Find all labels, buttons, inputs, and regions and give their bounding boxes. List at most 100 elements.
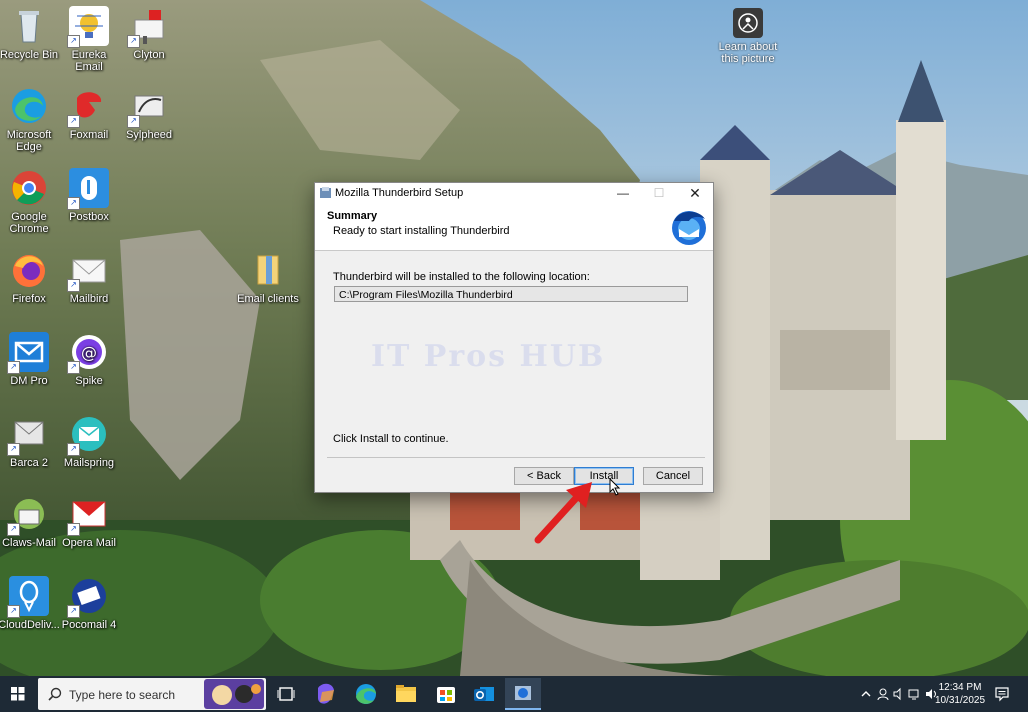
desktop-icon-eureka-email[interactable]: ↗ Eureka Email [58, 6, 120, 73]
postbox-icon: ↗ [67, 168, 109, 210]
spike-icon: @ ↗ [67, 332, 109, 374]
desktop-icon-mailbird[interactable]: ↗ Mailbird [58, 250, 120, 305]
shortcut-arrow-icon: ↗ [67, 35, 80, 48]
maximize-button: ☐ [653, 186, 665, 200]
desktop-icon-label: Claws-Mail [2, 537, 56, 549]
desktop-icon-label: Firefox [12, 293, 46, 305]
close-button[interactable]: ✕ [677, 183, 713, 203]
learn-about-label: Learn about this picture [718, 41, 778, 65]
desktop-icon-recycle-bin[interactable]: Recycle Bin [0, 6, 60, 61]
store-icon [437, 687, 455, 703]
minimize-button[interactable]: — [605, 183, 641, 203]
svg-text:@: @ [81, 343, 97, 362]
taskbar-file-explorer[interactable] [388, 678, 424, 710]
desktop-icon-google-chrome[interactable]: Google Chrome [0, 168, 60, 235]
edge-icon [356, 684, 376, 704]
shortcut-arrow-icon: ↗ [7, 523, 20, 536]
desktop-icon-sylpheed[interactable]: ↗ Sylpheed [118, 86, 180, 141]
shortcut-arrow-icon: ↗ [7, 605, 20, 618]
search-icon [48, 687, 62, 701]
chevron-up-icon[interactable] [860, 688, 872, 700]
desktop-icon-dm-pro[interactable]: ↗ DM Pro [0, 332, 60, 387]
taskbar-clock[interactable]: 12:34 PM 10/31/2025 [930, 681, 990, 707]
desktop-icon-claws-mail[interactable]: ↗ Claws-Mail [0, 494, 60, 549]
desktop-icon-clyton[interactable]: ↗ Clyton [118, 6, 180, 61]
folder-icon [248, 250, 288, 290]
desktop-icon-label: Google Chrome [9, 211, 49, 235]
dmpro-icon: ↗ [7, 332, 49, 374]
start-button[interactable] [0, 676, 36, 712]
pocomail-icon: ↗ [67, 576, 109, 618]
dialog-title: Mozilla Thunderbird Setup [335, 187, 464, 199]
eureka-email-icon: ↗ [67, 6, 109, 48]
button-separator [327, 457, 705, 458]
desktop-icon-mailspring[interactable]: ↗ Mailspring [58, 414, 120, 469]
task-view-button[interactable] [268, 678, 304, 710]
taskbar-search-box[interactable]: Type here to search [38, 678, 266, 710]
taskbar-store[interactable] [428, 678, 464, 710]
taskbar-outlook[interactable] [466, 678, 502, 710]
desktop-icon-email-clients[interactable]: Email clients [237, 250, 299, 305]
shortcut-arrow-icon: ↗ [67, 361, 80, 374]
shortcut-arrow-icon: ↗ [127, 35, 140, 48]
folder-icon [396, 685, 416, 702]
dialog-content: Thunderbird will be installed to the fol… [315, 251, 713, 491]
shortcut-arrow-icon: ↗ [127, 115, 140, 128]
desktop-icon-opera-mail[interactable]: ↗ Opera Mail [58, 494, 120, 549]
desktop-icon-label: Postbox [69, 211, 109, 223]
desktop-icon-pocomail[interactable]: ↗ Pocomail 4 [58, 576, 120, 631]
desktop-icon-clouddelivery[interactable]: ↗ CloudDeliv... [0, 576, 60, 631]
installer-icon [320, 187, 331, 198]
foxmail-icon: ↗ [67, 86, 109, 128]
opera-mail-icon: ↗ [67, 494, 109, 536]
installer-icon [515, 686, 531, 700]
desktop-icon-label: Email clients [237, 293, 299, 305]
desktop-icon-microsoft-edge[interactable]: Microsoft Edge [0, 86, 60, 153]
instruction-text: Click Install to continue. [333, 433, 449, 445]
desktop-icon-foxmail[interactable]: ↗ Foxmail [58, 86, 120, 141]
edge-icon [9, 86, 49, 126]
clyton-icon: ↗ [127, 6, 169, 48]
cancel-button[interactable]: Cancel [643, 467, 703, 485]
desktop-icon-label: Spike [75, 375, 103, 387]
chrome-icon [9, 168, 49, 208]
desktop-icon-label: Eureka Email [71, 49, 107, 73]
desktop-icon-barca-2[interactable]: ↗ Barca 2 [0, 414, 60, 469]
desktop-icon-label: Recycle Bin [0, 49, 59, 61]
shortcut-arrow-icon: ↗ [7, 361, 20, 374]
watermark-text: IT Pros HUB [371, 339, 606, 374]
taskbar-edge[interactable] [348, 678, 384, 710]
desktop-icon-postbox[interactable]: ↗ Postbox [58, 168, 120, 223]
search-placeholder: Type here to search [69, 688, 176, 702]
clock-date: 10/31/2025 [934, 695, 986, 706]
network-icon[interactable] [908, 687, 922, 701]
shortcut-arrow-icon: ↗ [67, 115, 80, 128]
learn-about-picture[interactable]: Learn about this picture [716, 8, 780, 65]
task-view-icon [277, 687, 295, 701]
search-highlight-icon [204, 679, 264, 709]
camera-icon [733, 8, 763, 38]
shortcut-arrow-icon: ↗ [67, 523, 80, 536]
outlook-icon [474, 687, 494, 701]
dialog-header: Summary Ready to start installing Thunde… [315, 203, 713, 251]
desktop-icon-spike[interactable]: @ ↗ Spike [58, 332, 120, 387]
taskbar-thunderbird-setup[interactable] [505, 678, 541, 710]
desktop-icon-label: Clyton [133, 49, 165, 61]
shortcut-arrow-icon: ↗ [67, 197, 80, 210]
volume-icon[interactable] [892, 687, 906, 701]
claws-mail-icon: ↗ [7, 494, 49, 536]
clock-time: 12:34 PM [938, 682, 982, 693]
desktop-icon-firefox[interactable]: Firefox [0, 250, 60, 305]
desktop-icon-label: Sylpheed [126, 129, 172, 141]
clouddelivery-icon: ↗ [7, 576, 49, 618]
sylpheed-icon: ↗ [127, 86, 169, 128]
people-icon[interactable] [876, 687, 890, 701]
notification-icon[interactable] [994, 686, 1010, 702]
taskbar: Type here to search 12:34 PM 10/31/2025 [0, 676, 1028, 712]
header-title: Summary [327, 210, 378, 222]
desktop-icon-label: Opera Mail [62, 537, 116, 549]
firefox-icon [9, 250, 49, 290]
dialog-titlebar[interactable]: Mozilla Thunderbird Setup — ☐ ✕ [315, 183, 713, 203]
desktop-icon-label: Barca 2 [10, 457, 48, 469]
taskbar-copilot[interactable] [308, 678, 344, 710]
